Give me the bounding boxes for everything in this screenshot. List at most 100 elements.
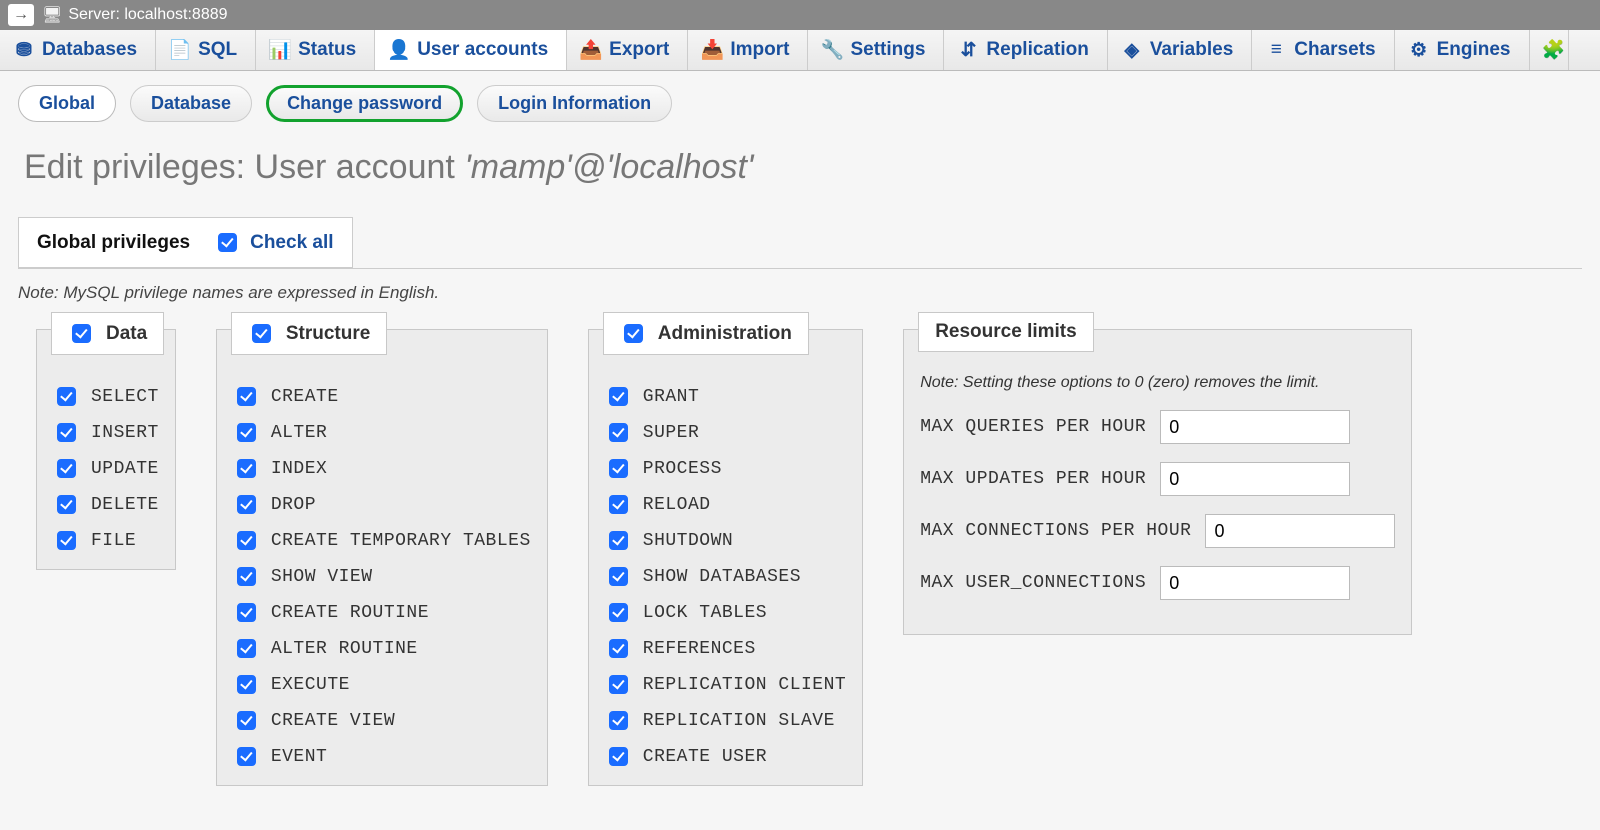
- collapse-arrow-icon[interactable]: →: [8, 4, 34, 26]
- priv-execute-checkbox[interactable]: [237, 675, 256, 694]
- resource-limit-input[interactable]: [1205, 514, 1395, 548]
- priv-item[interactable]: ALTER: [233, 420, 531, 445]
- priv-item[interactable]: GRANT: [605, 384, 846, 409]
- tab-status[interactable]: 📊Status: [256, 30, 375, 70]
- priv-references-checkbox[interactable]: [609, 639, 628, 658]
- priv-replication-client-checkbox[interactable]: [609, 675, 628, 694]
- wrench-icon: 🔧: [822, 40, 842, 60]
- priv-item[interactable]: INSERT: [53, 420, 159, 445]
- tab-sql[interactable]: 📄 SQL: [156, 30, 256, 70]
- administration-privileges-group: Administration GRANTSUPERPROCESSRELOADSH…: [588, 329, 863, 786]
- priv-item[interactable]: FILE: [53, 528, 159, 553]
- subnav-change-password[interactable]: Change password: [266, 85, 463, 122]
- tab-variables[interactable]: ◈Variables: [1108, 30, 1252, 70]
- priv-update-checkbox[interactable]: [57, 459, 76, 478]
- priv-item[interactable]: SHOW VIEW: [233, 564, 531, 589]
- subnav-database[interactable]: Database: [130, 85, 252, 122]
- priv-label: CREATE USER: [643, 747, 767, 767]
- resource-limit-row: MAX USER_CONNECTIONS: [920, 566, 1395, 600]
- priv-reload-checkbox[interactable]: [609, 495, 628, 514]
- priv-alter-routine-checkbox[interactable]: [237, 639, 256, 658]
- priv-item[interactable]: ALTER ROUTINE: [233, 636, 531, 661]
- tab-charsets[interactable]: ≡Charsets: [1252, 30, 1394, 70]
- tab-users[interactable]: 👤User accounts: [375, 30, 567, 70]
- tab-engines[interactable]: ⚙Engines: [1395, 30, 1530, 70]
- priv-insert-checkbox[interactable]: [57, 423, 76, 442]
- priv-item[interactable]: CREATE VIEW: [233, 708, 531, 733]
- priv-item[interactable]: CREATE TEMPORARY TABLES: [233, 528, 531, 553]
- subnav-login-information[interactable]: Login Information: [477, 85, 672, 122]
- check-all-label[interactable]: Check all: [250, 232, 333, 254]
- check-all-checkbox[interactable]: [218, 233, 237, 252]
- priv-item[interactable]: EVENT: [233, 744, 531, 769]
- priv-super-checkbox[interactable]: [609, 423, 628, 442]
- priv-item[interactable]: CREATE: [233, 384, 531, 409]
- priv-event-checkbox[interactable]: [237, 747, 256, 766]
- structure-checkall[interactable]: [252, 324, 271, 343]
- priv-label: LOCK TABLES: [643, 603, 767, 623]
- resource-limit-input[interactable]: [1160, 566, 1350, 600]
- priv-item[interactable]: REPLICATION SLAVE: [605, 708, 846, 733]
- priv-label: ALTER ROUTINE: [271, 639, 418, 659]
- priv-item[interactable]: SHOW DATABASES: [605, 564, 846, 589]
- priv-item[interactable]: LOCK TABLES: [605, 600, 846, 625]
- global-privileges-box: Global privileges Check all: [18, 217, 353, 268]
- priv-select-checkbox[interactable]: [57, 387, 76, 406]
- tab-databases[interactable]: ⛃Databases: [0, 30, 156, 70]
- priv-item[interactable]: REPLICATION CLIENT: [605, 672, 846, 697]
- priv-item[interactable]: PROCESS: [605, 456, 846, 481]
- priv-create-temporary-tables-checkbox[interactable]: [237, 531, 256, 550]
- priv-item[interactable]: RELOAD: [605, 492, 846, 517]
- priv-label: REPLICATION SLAVE: [643, 711, 835, 731]
- priv-drop-checkbox[interactable]: [237, 495, 256, 514]
- tab-export[interactable]: 📤Export: [567, 30, 688, 70]
- status-icon: 📊: [270, 40, 290, 60]
- resource-limits-note: Note: Setting these options to 0 (zero) …: [920, 374, 1395, 392]
- priv-item[interactable]: REFERENCES: [605, 636, 846, 661]
- priv-show-view-checkbox[interactable]: [237, 567, 256, 586]
- priv-item[interactable]: SUPER: [605, 420, 846, 445]
- priv-label: EXECUTE: [271, 675, 350, 695]
- priv-label: REPLICATION CLIENT: [643, 675, 846, 695]
- administration-checkall[interactable]: [624, 324, 643, 343]
- priv-item[interactable]: SHUTDOWN: [605, 528, 846, 553]
- priv-item[interactable]: CREATE USER: [605, 744, 846, 769]
- priv-show-databases-checkbox[interactable]: [609, 567, 628, 586]
- priv-process-checkbox[interactable]: [609, 459, 628, 478]
- sql-icon: 📄: [170, 40, 190, 60]
- priv-create-checkbox[interactable]: [237, 387, 256, 406]
- tab-settings[interactable]: 🔧Settings: [808, 30, 944, 70]
- resource-limit-label: MAX QUERIES PER HOUR: [920, 417, 1146, 437]
- priv-delete-checkbox[interactable]: [57, 495, 76, 514]
- tab-import[interactable]: 📥Import: [688, 30, 808, 70]
- tab-sql-label: SQL: [198, 39, 237, 61]
- priv-lock-tables-checkbox[interactable]: [609, 603, 628, 622]
- priv-grant-checkbox[interactable]: [609, 387, 628, 406]
- priv-create-routine-checkbox[interactable]: [237, 603, 256, 622]
- resource-limit-input[interactable]: [1160, 410, 1350, 444]
- data-checkall[interactable]: [72, 324, 91, 343]
- priv-item[interactable]: INDEX: [233, 456, 531, 481]
- priv-create-user-checkbox[interactable]: [609, 747, 628, 766]
- charsets-icon: ≡: [1266, 40, 1286, 60]
- priv-item[interactable]: EXECUTE: [233, 672, 531, 697]
- priv-create-view-checkbox[interactable]: [237, 711, 256, 730]
- priv-item[interactable]: SELECT: [53, 384, 159, 409]
- priv-label: DELETE: [91, 495, 159, 515]
- priv-file-checkbox[interactable]: [57, 531, 76, 550]
- priv-item[interactable]: DELETE: [53, 492, 159, 517]
- database-icon: ⛃: [14, 40, 34, 60]
- privilege-note: Note: MySQL privilege names are expresse…: [18, 283, 1582, 303]
- subnav-global[interactable]: Global: [18, 85, 116, 122]
- tab-replication[interactable]: ⇵Replication: [944, 30, 1107, 70]
- tab-plugins[interactable]: 🧩: [1530, 30, 1569, 70]
- priv-item[interactable]: DROP: [233, 492, 531, 517]
- priv-index-checkbox[interactable]: [237, 459, 256, 478]
- priv-label: INDEX: [271, 459, 328, 479]
- priv-replication-slave-checkbox[interactable]: [609, 711, 628, 730]
- resource-limit-input[interactable]: [1160, 462, 1350, 496]
- priv-alter-checkbox[interactable]: [237, 423, 256, 442]
- priv-shutdown-checkbox[interactable]: [609, 531, 628, 550]
- priv-item[interactable]: CREATE ROUTINE: [233, 600, 531, 625]
- priv-item[interactable]: UPDATE: [53, 456, 159, 481]
